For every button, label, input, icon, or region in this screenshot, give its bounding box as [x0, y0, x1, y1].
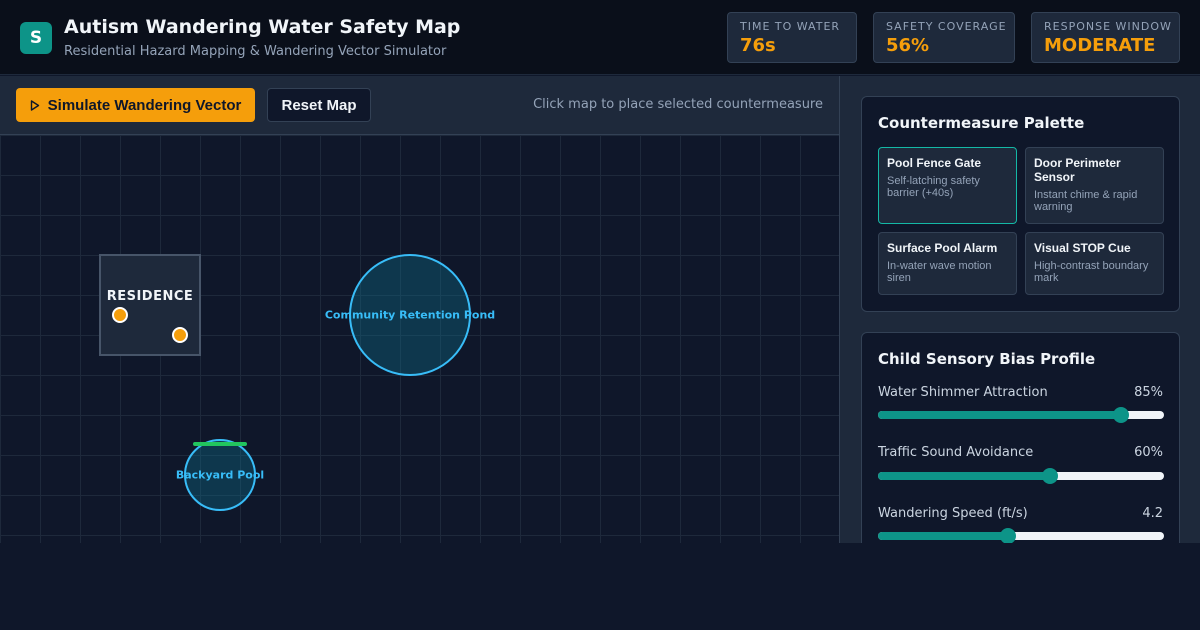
metric-time-to-water: TIME TO WATER 76s [727, 12, 857, 63]
slider-label: Traffic Sound Avoidance [878, 445, 1034, 460]
countermeasure-door-sensor[interactable]: Door Perimeter Sensor Instant chime & ra… [1025, 147, 1164, 224]
countermeasure-desc: Instant chime & rapid warning [1034, 189, 1138, 213]
app-subtitle: Residential Hazard Mapping & Wandering V… [64, 44, 447, 59]
pool-label: Backyard Pool [175, 468, 265, 482]
slider-value: 85% [1134, 385, 1163, 400]
app-logo: S [20, 22, 52, 54]
countermeasure-title: Surface Pool Alarm [887, 241, 998, 255]
countermeasure-pool-alarm[interactable]: Surface Pool Alarm In-water wave motion … [878, 232, 1017, 295]
slider-thumb[interactable] [1000, 528, 1017, 543]
metric-value: MODERATE [1044, 35, 1156, 56]
app-header: S Autism Wandering Water Safety Map Resi… [0, 0, 1200, 75]
placement-hint: Click map to place selected countermeasu… [533, 97, 823, 112]
reset-map-button[interactable]: Reset Map [267, 88, 371, 122]
slider-fill [878, 411, 1122, 419]
control-sidebar: Countermeasure Palette Pool Fence Gate S… [839, 76, 1200, 543]
metric-response-window: RESPONSE WINDOW MODERATE [1031, 12, 1180, 63]
metric-value: 56% [886, 35, 930, 56]
metric-label: TIME TO WATER [740, 20, 841, 33]
simulate-button-label: Simulate Wandering Vector [47, 96, 242, 114]
water-shimmer-slider[interactable] [878, 407, 1164, 423]
palette-title: Countermeasure Palette [878, 114, 1085, 132]
residence-label: RESIDENCE [106, 289, 194, 304]
countermeasure-desc: Self-latching safety barrier (+40s) [887, 175, 980, 199]
hazard-map[interactable]: RESIDENCE Community Retention Pond Backy… [0, 135, 839, 543]
map-panel: Simulate Wandering Vector Reset Map Clic… [0, 76, 839, 543]
slider-thumb[interactable] [1041, 468, 1058, 484]
traffic-sound-slider[interactable] [878, 468, 1164, 484]
map-toolbar: Simulate Wandering Vector Reset Map Clic… [0, 76, 839, 135]
sensory-bias-profile: Child Sensory Bias Profile Water Shimmer… [861, 332, 1180, 543]
slider-thumb[interactable] [1113, 407, 1130, 423]
play-icon [30, 99, 39, 111]
pond-label: Community Retention Pond [324, 308, 496, 322]
countermeasure-pool-fence-gate[interactable]: Pool Fence Gate Self-latching safety bar… [878, 147, 1017, 224]
wandering-speed-slider[interactable] [878, 528, 1164, 543]
countermeasure-desc: High-contrast boundary mark [1034, 260, 1149, 284]
slider-fill [878, 532, 1009, 540]
metric-label: RESPONSE WINDOW [1044, 20, 1172, 33]
countermeasure-palette: Countermeasure Palette Pool Fence Gate S… [861, 96, 1180, 312]
slider-label: Water Shimmer Attraction [878, 385, 1048, 400]
pool-fence-gate[interactable] [193, 442, 247, 446]
simulate-wandering-button[interactable]: Simulate Wandering Vector [16, 88, 255, 122]
countermeasure-title: Visual STOP Cue [1034, 241, 1131, 255]
app-title: Autism Wandering Water Safety Map [64, 16, 461, 38]
metric-value: 76s [740, 35, 776, 56]
countermeasure-stop-cue[interactable]: Visual STOP Cue High-contrast boundary m… [1025, 232, 1164, 295]
slider-label: Wandering Speed (ft/s) [878, 506, 1028, 521]
metric-safety-coverage: SAFETY COVERAGE 56% [873, 12, 1015, 63]
countermeasure-title: Door Perimeter Sensor [1034, 156, 1121, 184]
countermeasure-desc: In-water wave motion siren [887, 260, 992, 284]
metric-label: SAFETY COVERAGE [886, 20, 1007, 33]
slider-fill [878, 472, 1050, 480]
countermeasure-title: Pool Fence Gate [887, 156, 982, 170]
child-marker[interactable] [112, 307, 128, 323]
slider-value: 4.2 [1142, 506, 1163, 521]
door-marker[interactable] [172, 327, 188, 343]
slider-value: 60% [1134, 445, 1163, 460]
profile-title: Child Sensory Bias Profile [878, 350, 1096, 368]
residence-building[interactable]: RESIDENCE [99, 254, 201, 356]
